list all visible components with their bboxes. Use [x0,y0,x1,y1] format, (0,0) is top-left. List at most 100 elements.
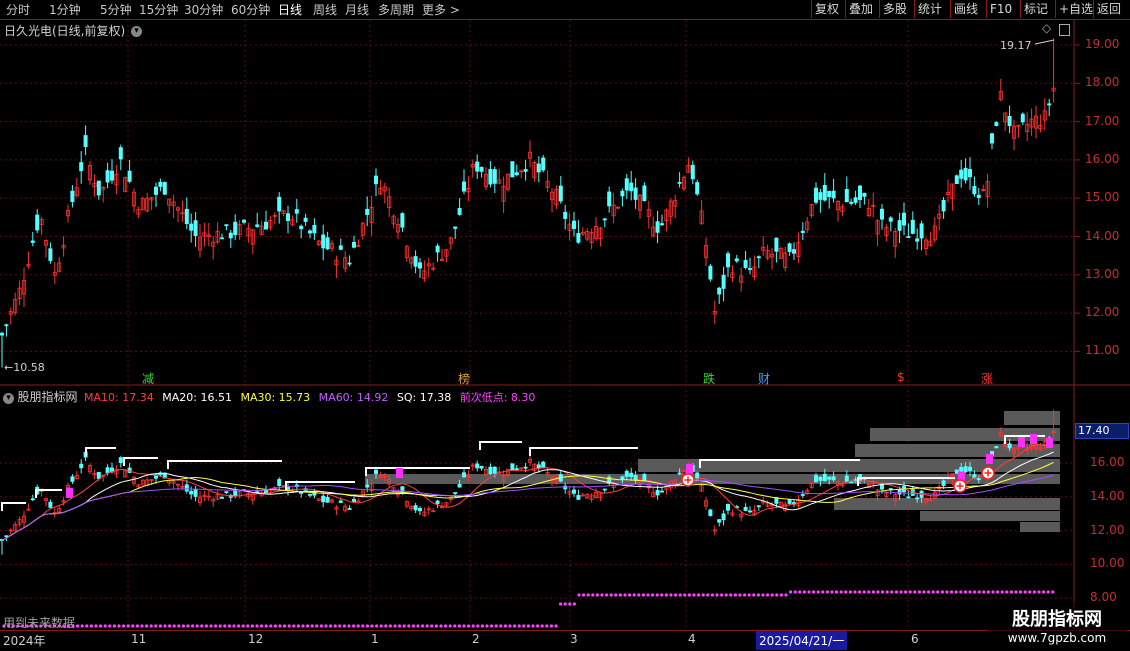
candle-body [461,181,466,192]
low-point-dot [687,593,692,597]
candle-body [158,181,163,187]
ind-candle-body [250,493,255,501]
candle-body [558,185,563,202]
ind-candle-body [197,496,202,504]
low-point-dot [393,624,397,628]
volume-zone [920,511,1060,521]
low-point-dot [595,593,600,597]
event-marker[interactable]: 涨 [981,370,993,387]
date-axis: 2024年 11 12 1 2 3 4 2025/04/21/一 6 [0,630,1130,651]
period-monthly[interactable]: 月线 [345,1,369,18]
back-button[interactable]: 返回 [1093,0,1124,18]
ind-candle-body [924,497,929,503]
period-60min[interactable]: 60分钟 [231,1,270,18]
candle-body [400,213,405,228]
period-daily[interactable]: 日线 [278,1,302,18]
y-tick-label: 13.00 [1085,266,1120,281]
ind-candle-body [351,498,356,502]
candle-body [985,181,990,198]
event-marker[interactable]: 减 [142,370,154,387]
event-marker[interactable]: 跌 [703,370,715,387]
low-point-dot [1019,590,1023,594]
low-point-dot [342,624,346,628]
candle-body [290,219,295,225]
low-point-dot [425,624,429,628]
candle-body [796,242,801,257]
candle-body [391,215,396,225]
low-point-dot [793,590,797,594]
ind-candle-body [127,467,132,473]
ind-candle-body [8,529,13,532]
draw-line-button[interactable]: 画线 [950,0,981,18]
event-marker[interactable]: 财 [758,370,770,387]
overlay-button[interactable]: 叠加 [845,0,876,18]
ind-candle-body [1029,444,1034,449]
event-marker[interactable]: $ [897,370,905,384]
candle-body [611,204,616,217]
low-point-dot [536,624,540,628]
event-marker[interactable]: 榜 [458,370,470,387]
title-dropdown-icon[interactable]: ▾ [131,26,143,37]
ind-candle-body [897,489,902,495]
ind-candle-body [83,451,88,458]
low-point-dot [982,590,986,594]
period-intraday[interactable]: 分时 [6,1,30,18]
ind-candle-body [976,478,981,481]
ind-candle-body [783,503,788,511]
candle-body [479,167,484,172]
ind-candle-body [624,470,629,477]
mark-button[interactable]: 标记 [1020,0,1051,18]
ind-candle-body [585,494,590,499]
low-point-dot [108,624,112,628]
panel-toggle-icon[interactable] [1059,24,1070,36]
ind-candle-body [101,474,106,477]
ind-candle-body [519,467,524,470]
low-point-dot [434,624,438,628]
period-30min[interactable]: 30分钟 [184,1,223,18]
volume-zone [638,459,1060,472]
statistics-button[interactable]: 统计 [914,0,945,18]
candle-body [351,241,356,248]
ind-candle-body [1034,443,1039,450]
low-point-dot [499,624,503,628]
f10-button[interactable]: F10 [986,0,1015,18]
period-5min[interactable]: 5分钟 [100,1,132,18]
candle-body [814,187,819,203]
period-weekly[interactable]: 周线 [313,1,337,18]
candle-body [466,187,471,193]
ind-candle-body [576,495,581,500]
candle-body [417,262,422,269]
low-point-dot [701,593,705,597]
period-more[interactable]: 更多 > [422,1,460,18]
candle-body [343,257,348,269]
restore-rights-button[interactable]: 复权 [811,0,842,18]
ind-candle-body [382,474,387,478]
add-watchlist-button[interactable]: +自选 [1055,0,1096,18]
low-point-dot [899,590,903,594]
resistance-line [529,447,638,456]
period-15min[interactable]: 15分钟 [139,1,178,18]
candle-body [976,194,981,199]
candle-body [1025,123,1030,132]
candle-body [594,225,599,239]
candle-body [607,191,612,207]
ind-candle-body [0,539,4,541]
period-1min[interactable]: 1分钟 [49,1,81,18]
ind-candle-body [334,506,339,510]
ind-candle-body [360,490,365,497]
low-point-dot [876,590,880,594]
cursor-date-label: 2025/04/21/一 [756,631,848,650]
chart-canvas[interactable] [0,0,1130,630]
ind-candle-body [439,506,444,509]
period-multi[interactable]: 多周期 [378,1,414,18]
candle-body [893,231,898,247]
ind-candle-body [968,466,973,471]
candle-body [497,179,502,184]
indicator-dropdown-icon[interactable]: ▾ [3,392,14,404]
diamond-icon[interactable]: ◇ [1042,21,1051,35]
low-point-dot [99,624,103,628]
multi-stock-button[interactable]: 多股 [879,0,910,18]
ind-candle-body [1003,441,1008,447]
ind-candle-body [158,472,163,476]
ind-candle-body [39,488,44,492]
